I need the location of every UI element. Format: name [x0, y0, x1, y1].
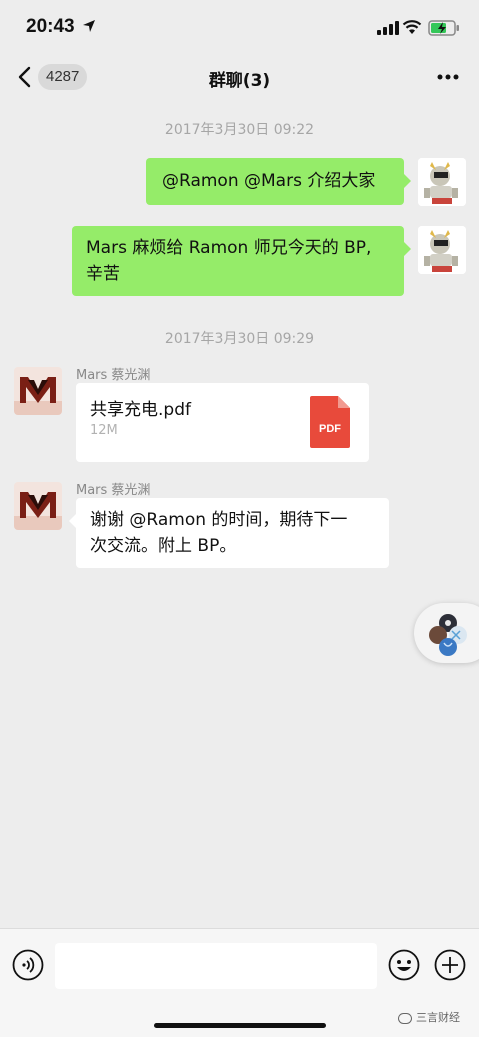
- robot-avatar-icon: [418, 226, 466, 274]
- chat-header: 4287 群聊(3): [0, 56, 479, 100]
- floating-apps-icon: [429, 614, 467, 656]
- avatar[interactable]: [14, 482, 62, 530]
- home-indicator[interactable]: [154, 1023, 326, 1028]
- message-text-line: Mars 麻烦给 Ramon 师兄今天的 BP,: [86, 238, 372, 258]
- bubble-tail: [404, 174, 411, 188]
- message-text-line: 辛苦: [86, 264, 120, 284]
- voice-icon[interactable]: [12, 949, 44, 981]
- sender-name: Mars 蔡光渊: [76, 368, 151, 383]
- watermark: 三言财经: [398, 1009, 460, 1025]
- pdf-file-icon: PDF: [310, 396, 350, 448]
- avatar[interactable]: [418, 158, 466, 206]
- plus-icon[interactable]: [434, 949, 466, 981]
- more-dots-icon[interactable]: [437, 74, 459, 80]
- clock-time: 20:43: [26, 16, 75, 37]
- message-text: @Ramon @Mars 介绍大家: [162, 171, 376, 191]
- avatar[interactable]: [14, 367, 62, 415]
- message-timestamp: 2017年3月30日 09:22: [164, 122, 315, 138]
- mars-logo-icon: [14, 367, 62, 415]
- watermark-text: 三言财经: [416, 1011, 460, 1024]
- robot-avatar-icon: [418, 158, 466, 206]
- battery-charging-icon: [428, 20, 459, 36]
- message-input[interactable]: [55, 943, 377, 989]
- message-bubble-outgoing[interactable]: @Ramon @Mars 介绍大家: [146, 158, 411, 205]
- file-name: 共享充电.pdf: [90, 400, 191, 420]
- input-bar: 三言财经: [0, 928, 479, 1037]
- location-arrow-icon: [83, 20, 95, 32]
- wifi-icon: [402, 20, 422, 34]
- avatar[interactable]: [418, 226, 466, 274]
- bubble-tail: [404, 242, 411, 256]
- status-bar: 20:43: [0, 0, 479, 56]
- message-timestamp: 2017年3月30日 09:29: [164, 331, 315, 347]
- sender-name: Mars 蔡光渊: [76, 483, 151, 498]
- cellular-signal-icon: [377, 21, 399, 35]
- message-bubble-incoming[interactable]: 谢谢 @Ramon 的时间，期待下一 次交流。附上 BP。: [69, 498, 389, 568]
- wechat-logo-icon: [398, 1012, 412, 1024]
- floating-window-button[interactable]: [414, 603, 479, 663]
- message-text-line: 次交流。附上 BP。: [90, 536, 237, 556]
- file-message-card[interactable]: 共享充电.pdf 12M PDF: [76, 383, 369, 462]
- message-text-line: 谢谢 @Ramon 的时间，期待下一: [90, 510, 348, 530]
- chat-title: 群聊(3): [208, 71, 271, 91]
- bubble-tail: [69, 514, 76, 528]
- pdf-icon-label: PDF: [319, 423, 341, 435]
- mars-logo-icon: [14, 482, 62, 530]
- emoji-icon[interactable]: [388, 949, 420, 981]
- file-size: 12M: [90, 423, 118, 438]
- message-bubble-outgoing[interactable]: Mars 麻烦给 Ramon 师兄今天的 BP, 辛苦: [72, 226, 411, 296]
